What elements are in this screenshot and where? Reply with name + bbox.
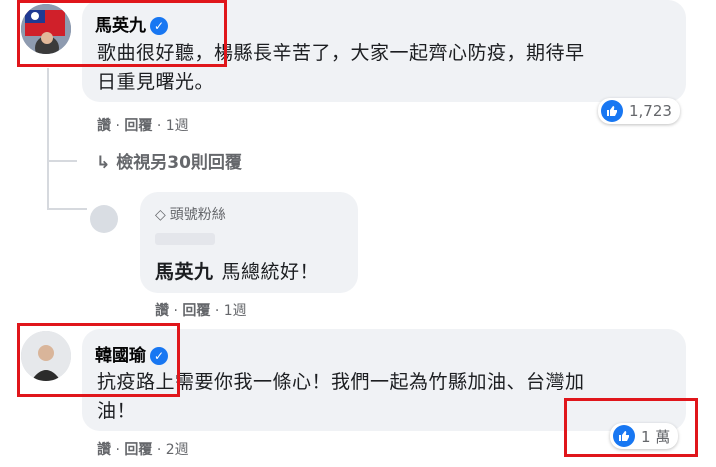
reply-text: 馬英九 馬總統好！: [155, 257, 319, 284]
highlight-box-author-2: [17, 323, 180, 397]
reply-author-placeholder[interactable]: [155, 233, 215, 245]
comment-time[interactable]: 2週: [166, 442, 189, 458]
separator: ·: [115, 118, 120, 134]
thread-line-branch: [47, 160, 77, 162]
reaction-count: 1,723: [629, 102, 672, 120]
reply-arrow-icon: ↳: [96, 153, 111, 173]
diamond-icon: ◇: [155, 207, 166, 223]
like-action[interactable]: 讚: [97, 442, 111, 458]
separator: ·: [156, 118, 162, 134]
view-more-replies-link[interactable]: ↳ 檢視另30則回覆: [96, 148, 242, 173]
thread-line: [47, 68, 49, 208]
top-fan-badge: ◇ 頭號粉絲: [155, 204, 226, 224]
reply-message: 馬總統好！: [221, 261, 320, 283]
reply-action[interactable]: 回覆: [182, 303, 210, 319]
highlight-box-author-1: [17, 0, 227, 67]
comment-actions: 讚 · 回覆 · 1週: [97, 115, 189, 135]
reaction-count-pill[interactable]: 1,723: [598, 98, 680, 124]
badge-label: 頭號粉絲: [169, 207, 226, 223]
separator: ·: [156, 442, 162, 458]
comment-text-line-2: 日重見曙光。: [97, 71, 215, 93]
separator: ·: [173, 303, 178, 319]
reply-actions: 讚 · 回覆 · 1週: [155, 300, 247, 320]
comment-text-line-2: 油！: [97, 400, 137, 422]
separator: ·: [115, 442, 120, 458]
like-action[interactable]: 讚: [155, 303, 169, 319]
highlight-box-reactions: [564, 398, 698, 457]
thread-line-branch: [47, 208, 87, 210]
reply-avatar[interactable]: [90, 205, 118, 233]
like-icon: [601, 100, 623, 122]
reply-action[interactable]: 回覆: [124, 442, 152, 458]
like-action[interactable]: 讚: [97, 118, 111, 134]
comment-actions: 讚 · 回覆 · 2週: [97, 439, 189, 459]
comment-time[interactable]: 1週: [166, 118, 189, 134]
view-more-label: 檢視另30則回覆: [116, 153, 242, 173]
reply-action[interactable]: 回覆: [124, 118, 152, 134]
separator: ·: [214, 303, 220, 319]
reply-time[interactable]: 1週: [224, 303, 247, 319]
mention-tag[interactable]: 馬英九: [155, 261, 214, 283]
